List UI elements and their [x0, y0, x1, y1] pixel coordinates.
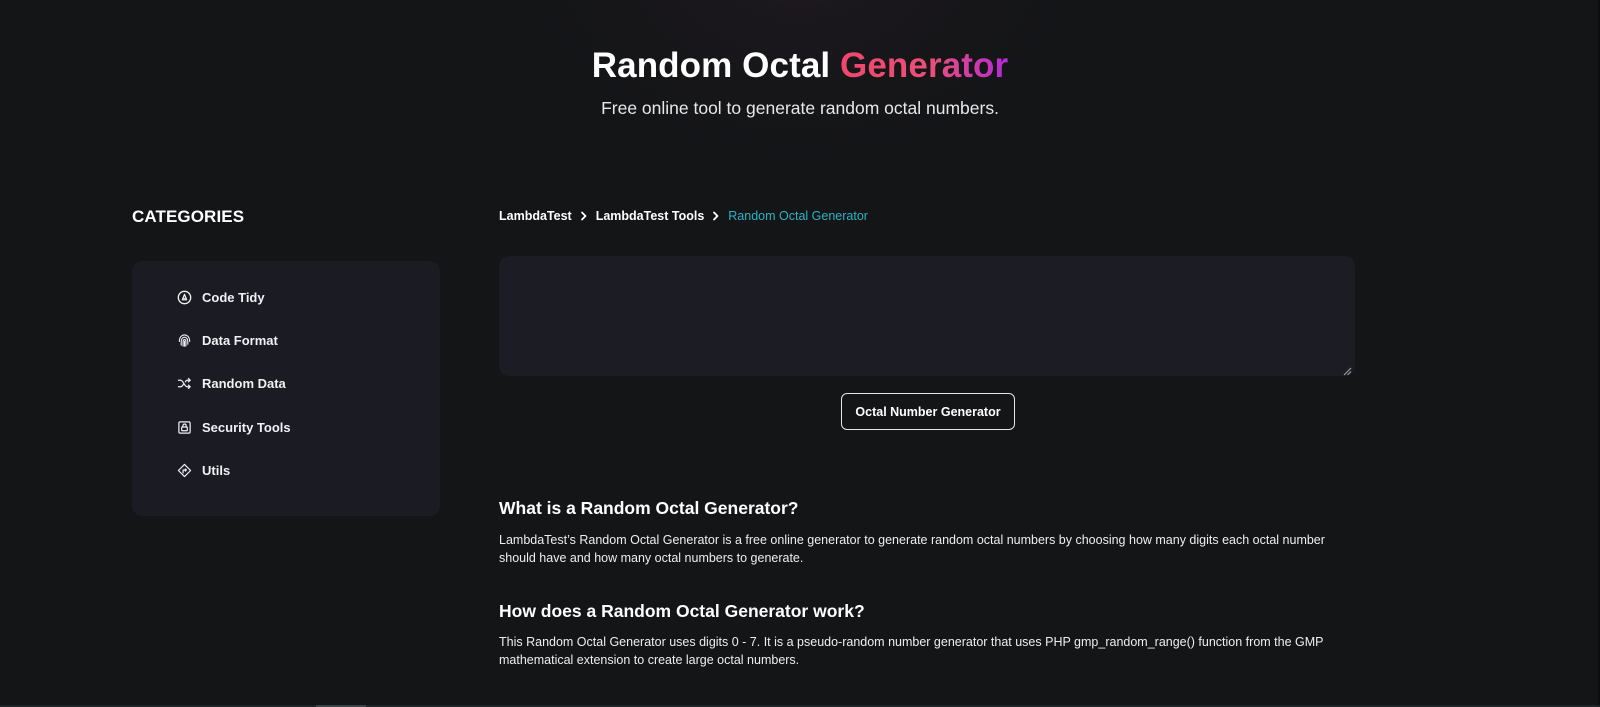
section-heading-what-is: What is a Random Octal Generator?: [499, 498, 799, 518]
section-heading-how-it-works: How does a Random Octal Generator work?: [499, 601, 865, 621]
hero: Random Octal Generator Free online tool …: [0, 44, 1600, 120]
sidebar-item-code-tidy[interactable]: Code Tidy: [176, 287, 265, 307]
sidebar-item-data-format[interactable]: Data Format: [176, 330, 278, 350]
sidebar-item-label: Security Tools: [202, 419, 291, 435]
lock-icon: [176, 419, 192, 435]
breadcrumb: LambdaTest LambdaTest Tools Random Octal…: [499, 209, 868, 223]
page-title-plain: Random Octal: [591, 46, 841, 85]
chevron-right-icon: [580, 211, 588, 221]
sidebar-item-label: Data Format: [202, 332, 278, 348]
code-tidy-icon: [176, 289, 192, 305]
breadcrumb-lambdatest[interactable]: LambdaTest: [499, 209, 572, 223]
page-title-accent: Generator: [840, 46, 1009, 85]
section-body-how-it-works: This Random Octal Generator uses digits …: [499, 635, 1324, 667]
categories-heading: CATEGORIES: [132, 207, 245, 226]
page-title: Random Octal Generator: [0, 44, 1600, 88]
sidebar-item-security-tools[interactable]: Security Tools: [176, 417, 291, 437]
resize-handle-icon[interactable]: [1342, 363, 1352, 376]
page: Random Octal Generator Free online tool …: [0, 0, 1600, 707]
breadcrumb-current: Random Octal Generator: [728, 209, 868, 223]
sidebar-item-label: Random Data: [202, 375, 286, 391]
output-textarea[interactable]: [499, 256, 1355, 376]
sidebar-item-label: Code Tidy: [202, 289, 265, 305]
fingerprint-icon: [176, 332, 192, 348]
categories-sidebar: Code Tidy Data Format Random Data Securi…: [132, 261, 440, 516]
sidebar-item-utils[interactable]: Utils: [176, 460, 230, 480]
direction-sign-icon: [176, 462, 192, 478]
chevron-right-icon: [712, 211, 720, 221]
section-body-what-is: LambdaTest’s Random Octal Generator is a…: [499, 533, 1325, 565]
output-area: [499, 256, 1355, 376]
shuffle-icon: [176, 375, 192, 391]
octal-number-generator-button[interactable]: Octal Number Generator: [841, 393, 1015, 430]
sidebar-item-random-data[interactable]: Random Data: [176, 373, 286, 393]
breadcrumb-lambdatest-tools[interactable]: LambdaTest Tools: [596, 209, 705, 223]
sidebar-item-label: Utils: [202, 462, 231, 478]
page-subtitle: Free online tool to generate random octa…: [601, 98, 999, 118]
